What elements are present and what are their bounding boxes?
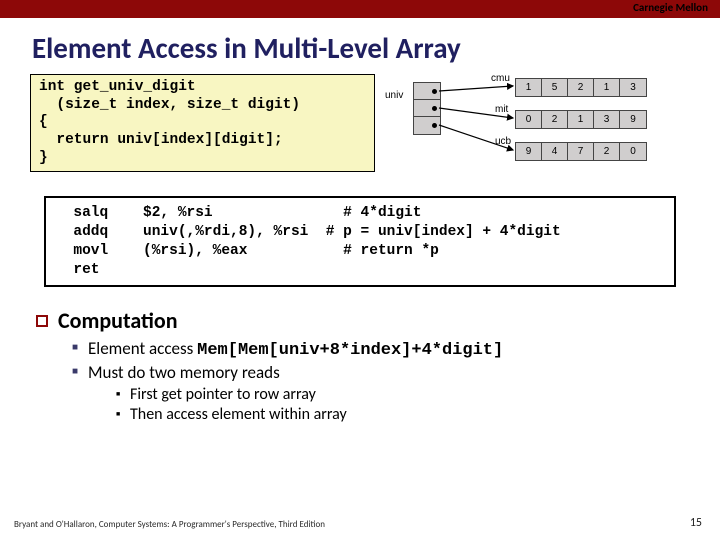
bullet-item: Must do two memory reads First get point…	[72, 362, 720, 424]
code-line: int get_univ_digit	[39, 79, 196, 95]
array-diagram: univ cmu mit ucb 1 5 2 1 3	[383, 74, 683, 174]
computation-section: Computation Element access Mem[Mem[univ+…	[36, 307, 720, 424]
mit-array: 0 2 1 3 9	[515, 110, 647, 129]
cmu-array: 1 5 2 1 3	[515, 78, 647, 97]
section-heading: Computation	[58, 307, 178, 334]
c-code-box: int get_univ_digit (size_t index, size_t…	[30, 74, 375, 172]
code-line: {	[39, 114, 48, 130]
assembly-box: salq $2, %rsi # 4*digit addq univ(,%rdi,…	[44, 196, 676, 287]
code-line: return univ[index][digit];	[39, 132, 283, 148]
sub-bullet: First get pointer to row array	[116, 385, 720, 404]
ucb-array: 9 4 7 2 0	[515, 142, 647, 161]
code-line: }	[39, 150, 48, 166]
page-number: 15	[690, 516, 702, 530]
footer-text: Bryant and O'Hallaron, Computer Systems:…	[14, 519, 325, 530]
asm-line: salq $2, %rsi # 4*digit	[56, 205, 421, 221]
top-bar: Carnegie Mellon	[0, 0, 720, 18]
asm-line: addq univ(,%rdi,8), %rsi # p = univ[inde…	[56, 224, 561, 240]
brand: Carnegie Mellon	[633, 1, 708, 14]
asm-line: movl (%rsi), %eax # return *p	[56, 243, 439, 259]
sub-bullet: Then access element within array	[116, 405, 720, 424]
asm-line: ret	[56, 262, 100, 278]
slide-title: Element Access in Multi-Level Array	[32, 30, 720, 66]
code-line: (size_t index, size_t digit)	[39, 97, 300, 113]
bullet-square-icon	[36, 315, 48, 327]
bullet-item: Element access Mem[Mem[univ+8*index]+4*d…	[72, 338, 720, 360]
